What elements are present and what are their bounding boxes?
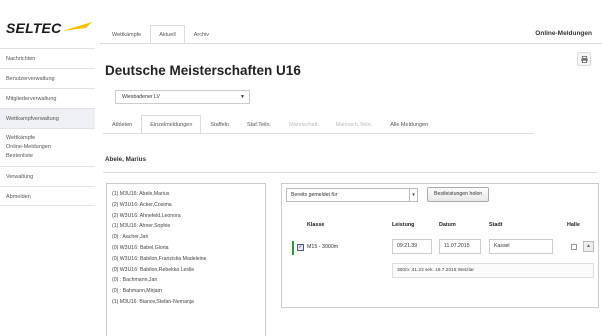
column-header-leistung: Leistung bbox=[392, 222, 415, 228]
club-select[interactable]: Wiesbadener LV ▼ bbox=[115, 90, 250, 104]
column-header-klasse: Klasse bbox=[307, 222, 325, 228]
print-button[interactable] bbox=[577, 52, 591, 66]
list-item[interactable]: (0) : Aacher,Jan bbox=[112, 232, 260, 243]
tab-wettkaempfe[interactable]: Wettkämpfe bbox=[103, 25, 150, 44]
entry-checkbox[interactable]: ✓ bbox=[297, 244, 304, 251]
sidebar-item-label: Mitgliederverwaltung bbox=[6, 96, 57, 102]
club-select-value: Wiesbadener LV bbox=[122, 94, 160, 100]
sidebar-item-label: Benutzerverwaltung bbox=[6, 76, 55, 82]
tab-staffel-teilnehmer[interactable]: Staf.Teiln. bbox=[238, 115, 280, 134]
chevron-up-icon[interactable]: ▲ bbox=[583, 241, 594, 252]
athlete-list[interactable]: (1) M3U16: Abele,Marius (2) W3U16: Acker… bbox=[106, 183, 266, 336]
printer-icon bbox=[580, 55, 588, 63]
divider bbox=[103, 172, 598, 173]
best-result-info: 300m: 41.23 sek. 19.7.2015 Wetzlar bbox=[392, 263, 594, 278]
list-item[interactable]: (2) W3U16: Acker,Cosima bbox=[112, 200, 260, 211]
tab-mannschaft-teilnehmer: Mannsch.Teiln. bbox=[335, 122, 373, 128]
list-item[interactable]: (1) M3U16: Ahner,Sophie bbox=[112, 221, 260, 232]
list-item[interactable]: (0) W3U16: Babilon,Rebekka Leslie bbox=[112, 265, 260, 276]
tab-archiv[interactable]: Archiv bbox=[185, 25, 218, 44]
sidebar-nav: Nachrichten Benutzerverwaltung Mitgliede… bbox=[0, 48, 95, 206]
leistung-input[interactable]: 09:21.39 bbox=[392, 239, 432, 254]
tab-einzelmeldungen[interactable]: Einzelmeldungen bbox=[141, 115, 202, 134]
status-indicator bbox=[292, 241, 294, 255]
column-header-datum: Datum bbox=[439, 222, 456, 228]
tab-staffeln[interactable]: Staffeln bbox=[201, 115, 238, 134]
tab-athleten[interactable]: Athleten bbox=[103, 115, 141, 134]
datum-input[interactable]: 11.07.2015 bbox=[439, 239, 481, 254]
registration-panel: Bereits gemeldet für ▾ Bestleistungen ho… bbox=[281, 183, 599, 308]
logo-wing-icon bbox=[62, 22, 92, 31]
sidebar-item-benutzerverwaltung[interactable]: Benutzerverwaltung bbox=[0, 68, 95, 88]
sidebar-item-label: Abmelden bbox=[6, 194, 31, 200]
sidebar-subitem-bestenliste[interactable]: Bestenliste bbox=[6, 152, 89, 161]
subtabs-divider bbox=[103, 133, 533, 134]
list-item[interactable]: (2) W3U16: Ahnefeld,Leonora bbox=[112, 211, 260, 222]
tab-alle-meldungen[interactable]: Alle Meldungen bbox=[381, 115, 437, 134]
sub-tabs: Athleten Einzelmeldungen Staffeln Staf.T… bbox=[103, 115, 437, 134]
sidebar-item-wettkampfverwaltung[interactable]: Wettkampfverwaltung bbox=[0, 108, 95, 128]
sidebar-subitem-online-meldungen[interactable]: Online-Meldungen bbox=[6, 143, 89, 152]
column-header-stadt: Stadt bbox=[489, 222, 503, 228]
chevron-down-icon: ▾ bbox=[409, 189, 417, 201]
sidebar-subitem-wettkaempfe[interactable]: Wettkämpfe bbox=[6, 134, 89, 143]
list-item[interactable]: (0) : Bachmann,Jan bbox=[112, 275, 260, 286]
klasse-value: M15 - 3000m bbox=[307, 244, 339, 250]
tab-aktuell[interactable]: Aktuell bbox=[150, 25, 185, 44]
filter-select-value: Bereits gemeldet für bbox=[291, 192, 338, 198]
tabs-divider bbox=[100, 43, 602, 44]
column-header-halle: Halle bbox=[567, 222, 580, 228]
sidebar: SELTEC Nachrichten Benutzerverwaltung Mi… bbox=[0, 0, 95, 336]
sidebar-item-mitgliederverwaltung[interactable]: Mitgliederverwaltung bbox=[0, 88, 95, 108]
sidebar-item-verwaltung[interactable]: Verwaltung bbox=[0, 166, 95, 186]
tab-mannschaft: Mannschaft bbox=[289, 122, 318, 128]
sidebar-item-abmelden[interactable]: Abmelden bbox=[0, 186, 95, 206]
selected-athlete-heading: Abele, Marius bbox=[105, 156, 146, 163]
sidebar-item-label: Nachrichten bbox=[6, 56, 36, 62]
logo-text: SELTEC bbox=[6, 20, 62, 36]
sidebar-submenu: Wettkämpfe Online-Meldungen Bestenliste bbox=[0, 128, 95, 166]
halle-checkbox[interactable] bbox=[571, 244, 577, 250]
seltec-logo[interactable]: SELTEC bbox=[6, 20, 92, 38]
list-item[interactable]: (1) M3U16: Abele,Marius bbox=[112, 189, 260, 200]
sidebar-item-label: Wettkampfverwaltung bbox=[6, 116, 59, 122]
section-title: Online-Meldungen bbox=[535, 30, 592, 37]
sidebar-item-label: Verwaltung bbox=[6, 174, 34, 180]
load-best-results-button[interactable]: Bestleistungen holen bbox=[427, 187, 490, 202]
list-item[interactable]: (0) : Bahmann,Mirjam bbox=[112, 286, 260, 297]
top-tabs: Wettkämpfe Aktuell Archiv bbox=[103, 25, 218, 44]
list-item[interactable]: (1) M3U16: Bianov,Stefan-Nemanja bbox=[112, 297, 260, 308]
sidebar-item-nachrichten[interactable]: Nachrichten bbox=[0, 48, 95, 68]
chevron-down-icon: ▼ bbox=[240, 94, 245, 100]
list-item[interactable]: (0) W3U16: Babilon,Franziska Madeleine bbox=[112, 254, 260, 265]
filter-select[interactable]: Bereits gemeldet für ▾ bbox=[286, 188, 418, 202]
page-title: Deutsche Meisterschaften U16 bbox=[105, 63, 301, 78]
stadt-input[interactable]: Kassel bbox=[489, 239, 553, 254]
list-item[interactable]: (0) W3U16: Babel,Gloria bbox=[112, 243, 260, 254]
